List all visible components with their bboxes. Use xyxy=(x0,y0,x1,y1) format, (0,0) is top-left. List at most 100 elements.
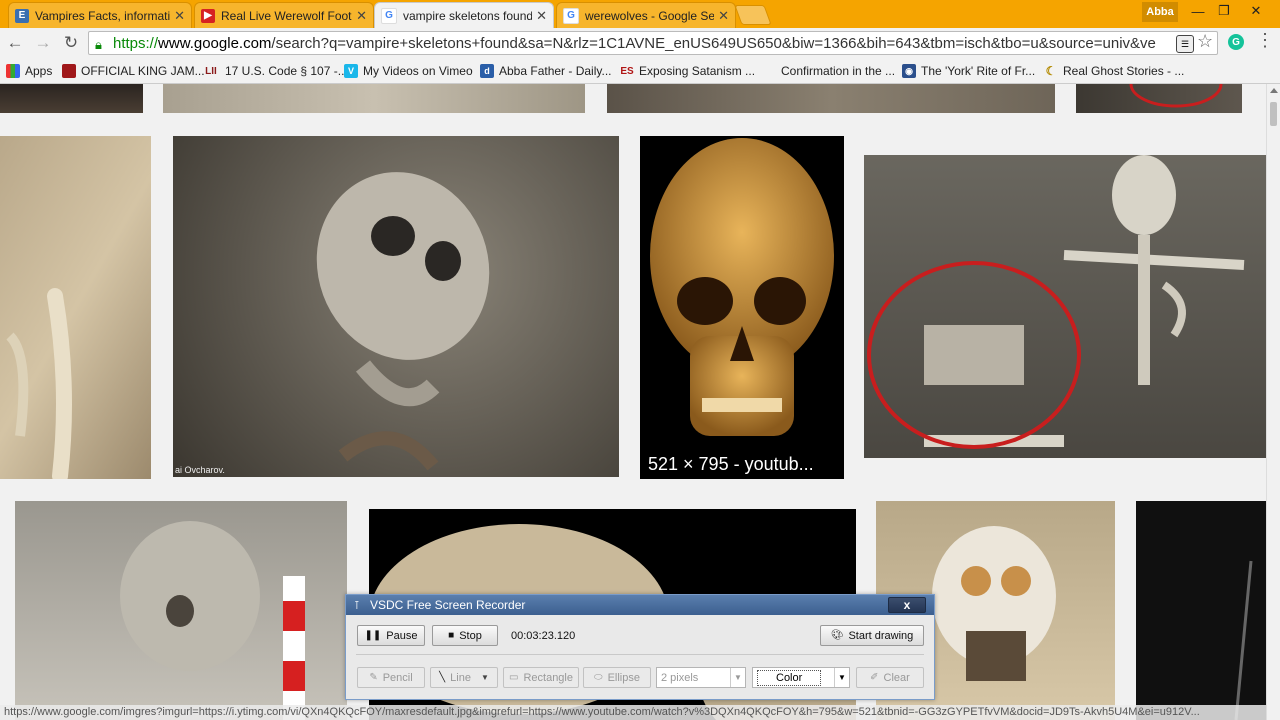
page-icon: d xyxy=(480,64,494,78)
ellipse-button[interactable]: ⬭ Ellipse xyxy=(583,667,651,688)
pause-icon: ❚❚ xyxy=(364,630,382,641)
back-icon[interactable]: ← xyxy=(4,32,26,54)
tab-title: Vampires Facts, informatio xyxy=(35,8,171,23)
start-drawing-button[interactable]: 🎨︎ Start drawing xyxy=(820,625,924,646)
bookmark-ghost-stories[interactable]: ☾ Real Ghost Stories - ... xyxy=(1044,62,1185,80)
image-thumbnail[interactable] xyxy=(864,155,1266,458)
address-bar[interactable]: 🔒︎ https://www.google.com/search?q=vampi… xyxy=(88,31,1218,55)
bookmark-abba-father[interactable]: d Abba Father - Daily... xyxy=(480,62,612,80)
color-select[interactable]: Color ▼ xyxy=(752,667,850,688)
image-thumbnail[interactable] xyxy=(163,84,585,113)
rectangle-button[interactable]: ▭ Rectangle xyxy=(503,667,579,688)
close-icon[interactable]: ✕ xyxy=(718,8,729,24)
elapsed-time: 00:03:23.120 xyxy=(511,630,576,642)
ellipse-label: Ellipse xyxy=(607,671,640,684)
browser-toolbar: ← → ↻ 🔒︎ https://www.google.com/search?q… xyxy=(0,28,1280,58)
palette-icon: 🎨︎ xyxy=(830,630,844,641)
image-thumbnail[interactable] xyxy=(15,501,347,720)
status-bar-url: https://www.google.com/imgres?imgurl=htt… xyxy=(0,705,1266,720)
profile-button[interactable]: Abba xyxy=(1142,2,1178,22)
menu-icon[interactable]: ⋮ xyxy=(1256,30,1274,51)
recorder-titlebar[interactable]: ⊺ VSDC Free Screen Recorder x xyxy=(346,595,934,615)
grammarly-icon[interactable]: G xyxy=(1228,34,1244,50)
reload-icon[interactable]: ↻ xyxy=(60,32,82,54)
e-icon: E xyxy=(15,8,29,23)
rectangle-label: Rectangle xyxy=(523,671,573,684)
bookmark-confirmation[interactable]: Confirmation in the ... xyxy=(762,62,895,80)
new-tab-button[interactable] xyxy=(734,5,772,25)
bookmarks-bar: Apps OFFICIAL KING JAM... LII 17 U.S. Co… xyxy=(0,58,1280,84)
bones-illustration xyxy=(6,288,72,479)
red-circle-annotation xyxy=(1129,84,1223,108)
close-icon[interactable]: ✕ xyxy=(174,8,185,24)
image-thumbnail[interactable] xyxy=(0,84,143,113)
line-width-select[interactable]: 2 pixels ▼ xyxy=(656,667,746,688)
chevron-down-icon[interactable]: ▼ xyxy=(481,673,489,682)
shield-extension-icon[interactable]: ☰ xyxy=(1176,35,1194,53)
tab-title: vampire skeletons found - xyxy=(403,8,533,23)
bookmark-king-james[interactable]: OFFICIAL KING JAM... xyxy=(62,62,205,80)
close-icon[interactable]: ✕ xyxy=(536,8,547,24)
bookmark-star-icon[interactable]: ☆ xyxy=(1197,31,1213,52)
stop-label: Stop xyxy=(459,629,482,642)
maximize-icon[interactable]: ❐ xyxy=(1210,2,1238,20)
forward-icon[interactable]: → xyxy=(32,32,54,54)
bookmark-label: 17 U.S. Code § 107 -... xyxy=(225,64,348,78)
vertical-scrollbar[interactable] xyxy=(1266,84,1280,720)
tab-werewolves-search[interactable]: G werewolves - Google Sear ✕ xyxy=(556,2,736,28)
bookmark-label: The 'York' Rite of Fr... xyxy=(921,64,1036,78)
blank-icon xyxy=(762,64,776,78)
bookmark-york-rite[interactable]: ◉ The 'York' Rite of Fr... xyxy=(902,62,1035,80)
pause-button[interactable]: ❚❚ Pause xyxy=(357,625,425,646)
image-thumbnail[interactable]: 521 × 795 - youtub... xyxy=(640,136,844,479)
line-button[interactable]: ╲ Line ▼ xyxy=(430,667,498,688)
image-thumbnail[interactable] xyxy=(607,84,1055,113)
image-thumbnail[interactable] xyxy=(1136,501,1266,720)
image-thumbnail[interactable]: ai Ovcharov. xyxy=(173,136,619,477)
image-thumbnail[interactable] xyxy=(0,136,151,479)
minimize-icon[interactable]: — xyxy=(1184,2,1212,20)
tab-werewolf-footage[interactable]: ▶ Real Live Werewolf Footag ✕ xyxy=(194,2,374,28)
vsdc-recorder-window: ⊺ VSDC Free Screen Recorder x ❚❚ Pause ■ S… xyxy=(345,594,935,700)
apps-icon xyxy=(6,64,20,78)
bookmark-exposing-satanism[interactable]: ES Exposing Satanism ... xyxy=(620,62,755,80)
start-drawing-label: Start drawing xyxy=(848,629,914,642)
pencil-icon: ✎ xyxy=(369,672,378,683)
recorder-close-button[interactable]: x xyxy=(888,597,926,613)
url-text: https://www.google.com/search?q=vampire+… xyxy=(113,34,1156,52)
scroll-up-icon[interactable] xyxy=(1270,88,1278,93)
tab-title: Real Live Werewolf Footag xyxy=(221,8,353,23)
window-close-icon[interactable]: ✕ xyxy=(1242,2,1270,20)
bookmark-label: Confirmation in the ... xyxy=(781,64,896,78)
chevron-down-icon: ▼ xyxy=(730,668,745,687)
bible-icon xyxy=(62,64,76,78)
google-icon: G xyxy=(563,7,579,24)
bookmark-apps[interactable]: Apps xyxy=(6,62,52,80)
tab-vampires-facts[interactable]: E Vampires Facts, informatio ✕ xyxy=(8,2,192,28)
close-icon[interactable]: ✕ xyxy=(356,8,367,24)
skeleton-illustration xyxy=(867,155,1245,449)
stop-button[interactable]: ■ Stop xyxy=(432,625,498,646)
vimeo-icon: V xyxy=(344,64,358,78)
bookmark-label: Apps xyxy=(25,64,53,78)
image-thumbnail[interactable] xyxy=(1076,84,1242,113)
skull-illustration xyxy=(316,172,490,471)
es-icon: ES xyxy=(620,65,634,77)
tab-title: werewolves - Google Sear xyxy=(585,8,715,23)
eraser-icon: ✐ xyxy=(870,672,879,683)
stop-icon: ■ xyxy=(448,630,455,641)
bookmark-vimeo[interactable]: V My Videos on Vimeo xyxy=(344,62,473,80)
bookmark-label: OFFICIAL KING JAM... xyxy=(81,64,205,78)
stick-illustration xyxy=(1234,560,1253,720)
lock-icon: 🔒︎ xyxy=(95,37,102,52)
clear-button[interactable]: ✐ Clear xyxy=(856,667,924,688)
divider xyxy=(356,654,924,655)
scroll-thumb[interactable] xyxy=(1270,102,1277,126)
image-credit: ai Ovcharov. xyxy=(175,465,225,475)
image-size-caption: 521 × 795 - youtub... xyxy=(640,449,844,479)
tab-strip: E Vampires Facts, informatio ✕ ▶ Real Li… xyxy=(0,0,1280,28)
line-icon: ╲ xyxy=(439,672,446,683)
tab-vampire-skeletons[interactable]: G vampire skeletons found - ✕ xyxy=(374,2,554,28)
bookmark-us-code[interactable]: LII 17 U.S. Code § 107 -... xyxy=(202,62,348,80)
pencil-button[interactable]: ✎ Pencil xyxy=(357,667,425,688)
